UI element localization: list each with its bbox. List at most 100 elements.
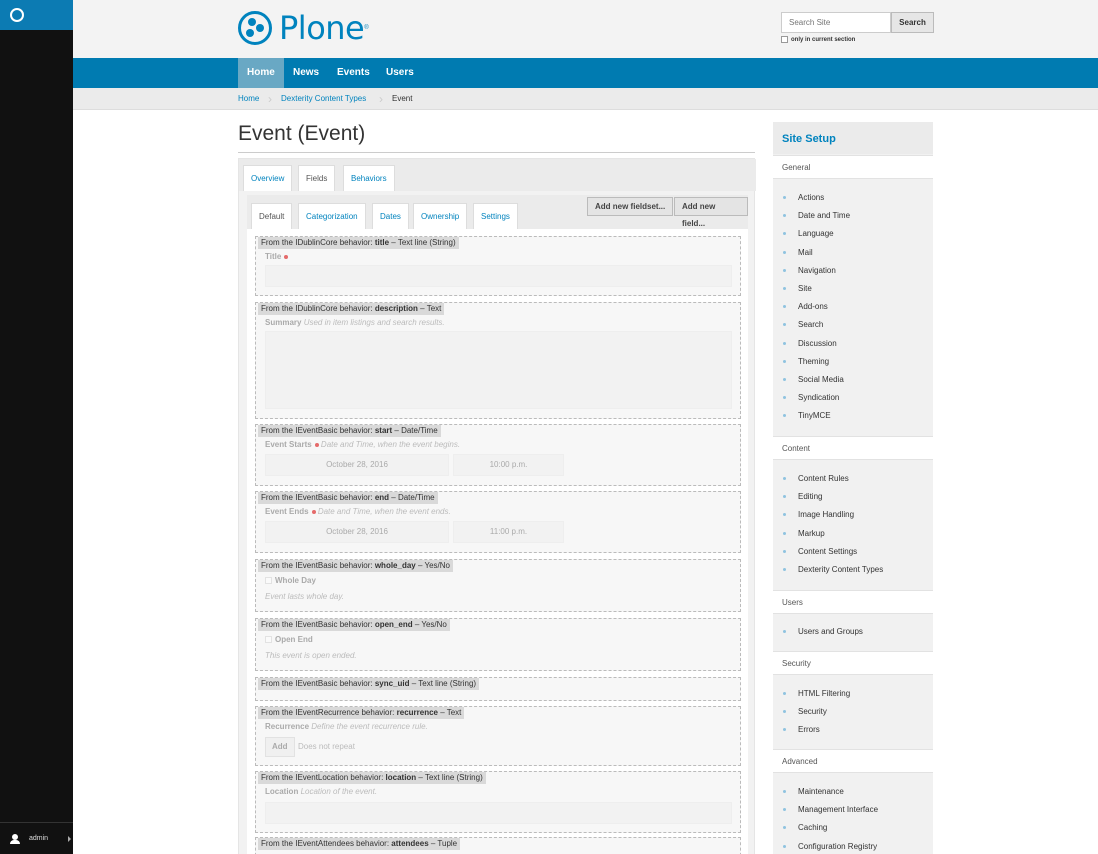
portlet-section-advanced: Advanced (773, 749, 933, 773)
portlet-item-advanced[interactable]: Management Interface (798, 805, 878, 814)
portlet-item-advanced[interactable]: Maintenance (798, 787, 844, 796)
portlet-item-users[interactable]: Users and Groups (798, 627, 863, 636)
add-fieldset-button[interactable]: Add new fieldset... (587, 197, 674, 216)
search-section-checkbox[interactable] (781, 36, 788, 43)
portlet-item-general[interactable]: Site (798, 284, 812, 293)
portlet-item-general[interactable]: Add-ons (798, 302, 828, 311)
bullet-icon (783, 532, 786, 535)
search-input[interactable] (781, 12, 891, 33)
field-whole-day[interactable]: From the IEventBasic behavior: whole_day… (255, 559, 741, 612)
bullet-icon (783, 513, 786, 516)
portlet-item-general[interactable]: Actions (798, 193, 824, 202)
fieldset-tab-dates[interactable]: Dates (372, 203, 409, 229)
portlet-item-security[interactable]: HTML Filtering (798, 689, 850, 698)
field-header: From the IEventBasic behavior: sync_uid … (258, 678, 480, 690)
field-start[interactable]: From the IEventBasic behavior: start – D… (255, 424, 741, 486)
field-recurrence[interactable]: From the IEventRecurrence behavior: recu… (255, 706, 741, 766)
tab-overview[interactable]: Overview (243, 165, 293, 191)
portlet-section-general: General (773, 155, 933, 179)
page: Plone ® Search only in current section H… (73, 0, 1098, 854)
portlet-title[interactable]: Site Setup (773, 122, 933, 154)
field-label: Location Location of the event. (265, 787, 378, 796)
title-divider (238, 152, 755, 153)
portlet-item-content[interactable]: Markup (798, 529, 825, 538)
bullet-icon (783, 232, 786, 235)
global-nav: Home News Events Users (73, 58, 1098, 88)
nav-item-users[interactable]: Users (377, 58, 423, 88)
field-header: From the IEventRecurrence behavior: recu… (258, 707, 465, 719)
tab-fields[interactable]: Fields (298, 165, 336, 191)
search-button[interactable]: Search (891, 12, 934, 33)
add-field-button[interactable]: Add new field... (674, 197, 748, 228)
field-header: From the IEventBasic behavior: end – Dat… (258, 492, 438, 504)
portlet-item-advanced[interactable]: Configuration Registry (798, 842, 877, 851)
portlet-item-security[interactable]: Security (798, 707, 827, 716)
portlet-item-general[interactable]: Search (798, 320, 823, 329)
fieldset-tab-ownership[interactable]: Ownership (413, 203, 468, 229)
required-marker-icon (311, 509, 316, 514)
bullet-icon (783, 845, 786, 848)
field-description[interactable]: From the IDublinCore behavior: descripti… (255, 302, 741, 419)
site-logo[interactable]: Plone ® (238, 9, 369, 47)
bullet-icon (783, 378, 786, 381)
field-sync-uid[interactable]: From the IEventBasic behavior: sync_uid … (255, 677, 741, 701)
breadcrumb-dexterity[interactable]: Dexterity Content Types (281, 88, 366, 110)
breadcrumb-separator-icon: › (379, 92, 383, 106)
field-title[interactable]: From the IDublinCore behavior: title – T… (255, 236, 741, 296)
search-section-option[interactable]: only in current section (781, 36, 855, 43)
portlet-item-general[interactable]: Language (798, 229, 834, 238)
nav-item-home[interactable]: Home (238, 58, 284, 88)
user-menu[interactable]: admin (0, 822, 73, 854)
breadcrumb-separator-icon: › (268, 92, 272, 106)
fieldset-tab-default[interactable]: Default (251, 203, 293, 229)
bullet-icon (783, 360, 786, 363)
portlet-item-content[interactable]: Editing (798, 492, 822, 501)
portlet-item-general[interactable]: Social Media (798, 375, 844, 384)
portlet-item-content[interactable]: Content Settings (798, 547, 857, 556)
bullet-icon (783, 342, 786, 345)
tab-behaviors[interactable]: Behaviors (343, 165, 395, 191)
title-input (265, 265, 732, 287)
portlet-item-general[interactable]: Mail (798, 248, 813, 257)
portlet-item-content[interactable]: Image Handling (798, 510, 854, 519)
field-label: Event Ends Date and Time, when the event… (265, 507, 451, 516)
bullet-icon (783, 323, 786, 326)
nav-item-news[interactable]: News (284, 58, 328, 88)
bullet-icon (783, 495, 786, 498)
start-date-input: October 28, 2016 (265, 454, 449, 476)
end-time-input: 11:00 p.m. (453, 521, 564, 543)
portlet-item-general[interactable]: Navigation (798, 266, 836, 275)
field-end[interactable]: From the IEventBasic behavior: end – Dat… (255, 491, 741, 553)
field-header: From the IDublinCore behavior: descripti… (258, 303, 445, 315)
portlet-item-general[interactable]: Date and Time (798, 211, 850, 220)
field-open-end[interactable]: From the IEventBasic behavior: open_end … (255, 618, 741, 671)
nav-item-events[interactable]: Events (328, 58, 379, 88)
field-header: From the IEventAttendees behavior: atten… (258, 838, 461, 850)
field-help: This event is open ended. (265, 651, 357, 660)
breadcrumb: Home › Dexterity Content Types › Event (73, 88, 1098, 110)
portlet-item-security[interactable]: Errors (798, 725, 820, 734)
portlet-item-content[interactable]: Content Rules (798, 474, 849, 483)
fieldset-tab-categorization[interactable]: Categorization (298, 203, 366, 229)
portlet-item-advanced[interactable]: Caching (798, 823, 827, 832)
field-label: Title (265, 252, 289, 261)
main-tabs: Overview Fields Behaviors (239, 159, 756, 191)
plone-toolbar-logo-button[interactable] (0, 0, 73, 30)
bullet-icon (783, 251, 786, 254)
breadcrumb-home[interactable]: Home (238, 88, 259, 110)
field-attendees[interactable]: From the IEventAttendees behavior: atten… (255, 837, 741, 854)
field-location[interactable]: From the IEventLocation behavior: locati… (255, 771, 741, 833)
portlet-item-general[interactable]: Syndication (798, 393, 839, 402)
end-date-input: October 28, 2016 (265, 521, 449, 543)
site-setup-portlet: Site Setup General Actions Date and Time L… (773, 122, 933, 854)
portlet-item-general[interactable]: TinyMCE (798, 411, 831, 420)
fieldset-tabs: Default Categorization Dates Ownership S… (247, 195, 748, 229)
fieldset-tab-settings[interactable]: Settings (473, 203, 518, 229)
bullet-icon (783, 808, 786, 811)
site-header: Plone ® Search only in current section (73, 0, 1098, 58)
portlet-item-general[interactable]: Theming (798, 357, 829, 366)
caret-right-icon (68, 836, 71, 842)
portlet-item-general[interactable]: Discussion (798, 339, 837, 348)
bullet-icon (783, 692, 786, 695)
portlet-item-content[interactable]: Dexterity Content Types (798, 565, 883, 574)
